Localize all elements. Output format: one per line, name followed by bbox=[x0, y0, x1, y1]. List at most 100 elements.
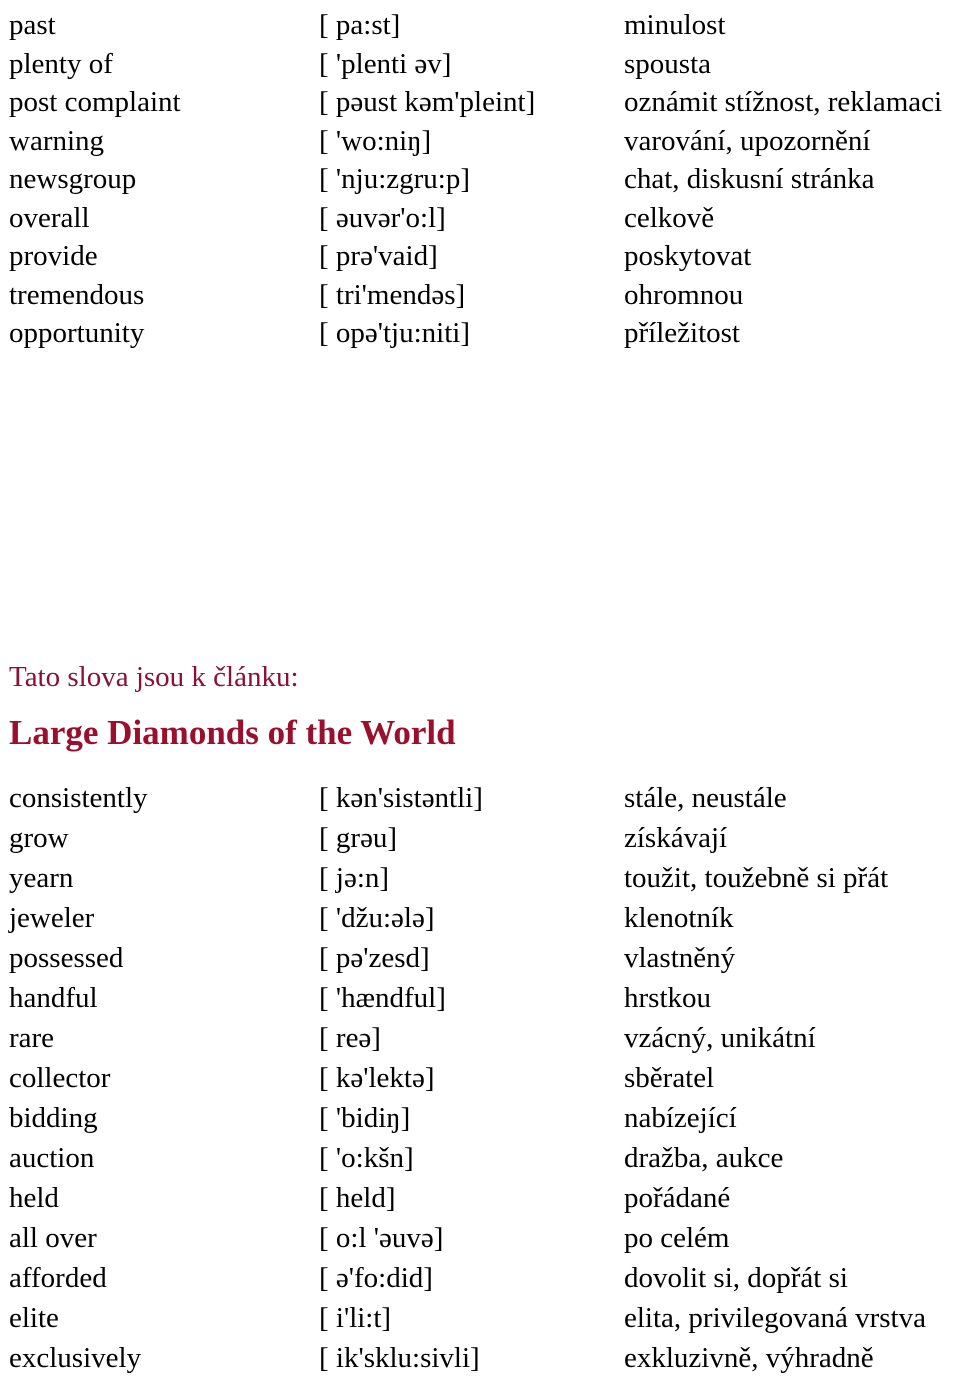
vocabulary-translation: po celém bbox=[624, 1218, 960, 1258]
vocabulary-translation: klenotník bbox=[624, 898, 960, 938]
vocabulary-translation: exkluzivně, výhradně bbox=[624, 1338, 960, 1378]
vocabulary-translation: získávají bbox=[624, 818, 960, 858]
vocabulary-translation-text: stále, neustále bbox=[624, 782, 787, 814]
vocabulary-term: collector bbox=[9, 1062, 111, 1094]
vocabulary-phonetic: [ əuvər'o:l] bbox=[319, 201, 446, 234]
vocabulary-translation-text: hrstkou bbox=[624, 982, 711, 1014]
vocabulary-phonetic: [ reə] bbox=[319, 1022, 381, 1054]
vocabulary-translation-text: pořádané bbox=[624, 1182, 731, 1214]
vocabulary-phonetic: [ o:l 'əuvə] bbox=[319, 1222, 444, 1254]
vocabulary-phonetic: [ 'nju:zgru:p] bbox=[319, 163, 470, 195]
vocabulary-translation-text: spousta bbox=[624, 47, 711, 80]
vocabulary-phonetic: [ kən'sistəntli] bbox=[319, 782, 483, 814]
vocabulary-translation-text: získávají bbox=[624, 822, 728, 854]
vocabulary-row: consistently [ kən'sistəntli] stále, neust… bbox=[0, 778, 960, 818]
vocabulary-phonetic: [ i'li:t] bbox=[319, 1302, 392, 1334]
vocabulary-row: grow [ grəu] získávají bbox=[0, 818, 960, 858]
vocabulary-phonetic: [ pə'zesd] bbox=[319, 942, 430, 974]
vocabulary-phonetic: [ tri'mendəs] bbox=[319, 278, 466, 311]
vocabulary-phonetic: [ 'džu:ələ] bbox=[319, 902, 435, 934]
vocabulary-phonetic: [ 'hændful] bbox=[319, 982, 446, 1014]
vocabulary-row: newsgroup [ 'nju:zgru:p] chat, diskusní st… bbox=[0, 160, 960, 199]
vocabulary-row: held [ held] pořádané bbox=[0, 1178, 960, 1218]
lower-vocabulary-list: consistently [ kən'sistəntli] stále, neust… bbox=[0, 778, 960, 1378]
vocabulary-translation-text: sběratel bbox=[624, 1062, 715, 1094]
vocabulary-phonetic: [ jə:n] bbox=[319, 862, 390, 894]
vocabulary-translation-text: elita, privilegovaná vrstva bbox=[624, 1302, 926, 1334]
vocabulary-term: possessed bbox=[9, 942, 124, 974]
vocabulary-translation-text: ohromnou bbox=[624, 278, 744, 311]
vocabulary-phonetic: [ opə'tju:niti] bbox=[319, 317, 471, 349]
vocabulary-translation: oznámit stížnost, reklamaci bbox=[624, 83, 960, 122]
vocabulary-phonetic: [ 'plenti əv] bbox=[319, 47, 452, 80]
vocabulary-translation: sběratel bbox=[624, 1058, 960, 1098]
vocabulary-translation: toužit, toužebně si přát bbox=[624, 858, 960, 898]
article-intro-text: Tato slova jsou k článku: bbox=[9, 661, 299, 693]
vocabulary-translation-text: dražba, aukce bbox=[624, 1142, 784, 1174]
vocabulary-translation: dražba, aukce bbox=[624, 1138, 960, 1178]
vocabulary-row: afforded [ ə'fo:did] dovolit si, dopřát si bbox=[0, 1258, 960, 1298]
vocabulary-term: jeweler bbox=[9, 902, 95, 934]
vocabulary-translation: stále, neustále bbox=[624, 778, 960, 818]
vocabulary-term: consistently bbox=[9, 782, 148, 814]
vocabulary-row: auction [ 'o:kšn] dražba, aukce bbox=[0, 1138, 960, 1178]
vocabulary-term: yearn bbox=[9, 862, 74, 894]
vocabulary-row: provide [ prə'vaid] poskytovat bbox=[0, 237, 960, 276]
vocabulary-translation-text: vzácný, unikátní bbox=[624, 1022, 816, 1054]
vocabulary-row: jeweler [ 'džu:ələ] klenotník bbox=[0, 898, 960, 938]
vocabulary-translation: varování, upozornění bbox=[624, 122, 960, 161]
vocabulary-rows-upper: past [ pa:st] minulost plenty of [ 'plenti ə… bbox=[0, 6, 960, 353]
vocabulary-term: held bbox=[9, 1182, 59, 1214]
vocabulary-row: elite [ i'li:t] elita, privilegovaná vrstv… bbox=[0, 1298, 960, 1338]
vocabulary-translation-text: vlastněný bbox=[624, 942, 736, 974]
vocabulary-translation-text: poskytovat bbox=[624, 240, 752, 272]
vocabulary-translation-text: chat, diskusní stránka bbox=[624, 163, 875, 195]
vocabulary-row: plenty of [ 'plenti əv] spousta bbox=[0, 45, 960, 84]
vocabulary-term: afforded bbox=[9, 1262, 107, 1294]
vocabulary-translation: pořádané bbox=[624, 1178, 960, 1218]
vocabulary-row: exclusively [ ik'sklu:sivli] exkluzivně, v… bbox=[0, 1338, 960, 1378]
vocabulary-row: overall [ əuvər'o:l] celkově bbox=[0, 199, 960, 238]
vocabulary-translation-text: klenotník bbox=[624, 902, 734, 934]
vocabulary-translation-text: celkově bbox=[624, 201, 715, 234]
vocabulary-phonetic: [ ik'sklu:sivli] bbox=[319, 1342, 480, 1374]
vocabulary-row: rare [ reə] vzácný, unikátní bbox=[0, 1018, 960, 1058]
vocabulary-term: past bbox=[9, 9, 56, 41]
vocabulary-row: possessed [ pə'zesd] vlastněný bbox=[0, 938, 960, 978]
vocabulary-row: handful [ 'hændful] hrstkou bbox=[0, 978, 960, 1018]
vocabulary-rows-lower: consistently [ kən'sistəntli] stále, neust… bbox=[0, 778, 960, 1378]
vocabulary-translation: ohromnou bbox=[624, 276, 960, 315]
vocabulary-translation-text: varování, upozornění bbox=[624, 124, 871, 157]
vocabulary-translation: celkově bbox=[624, 199, 960, 238]
vocabulary-row: all over [ o:l 'əuvə] po celém bbox=[0, 1218, 960, 1258]
vocabulary-translation: hrstkou bbox=[624, 978, 960, 1018]
vocabulary-phonetic: [ kə'lektə] bbox=[319, 1062, 435, 1094]
vocabulary-term: all over bbox=[9, 1222, 97, 1254]
vocabulary-term: overall bbox=[9, 201, 90, 234]
vocabulary-translation-text: exkluzivně, výhradně bbox=[624, 1342, 874, 1374]
vocabulary-phonetic: [ ə'fo:did] bbox=[319, 1262, 433, 1294]
vocabulary-translation: vlastněný bbox=[624, 938, 960, 978]
vocabulary-term: handful bbox=[9, 982, 98, 1014]
vocabulary-phonetic: [ prə'vaid] bbox=[319, 240, 438, 272]
vocabulary-row: past [ pa:st] minulost bbox=[0, 6, 960, 45]
vocabulary-phonetic: [ pəust kəm'pleint] bbox=[319, 86, 536, 118]
vocabulary-term: elite bbox=[9, 1302, 59, 1334]
vocabulary-translation: příležitost bbox=[624, 314, 960, 353]
vocabulary-table-upper: past [ pa:st] minulost plenty of [ 'plenti ə… bbox=[0, 6, 960, 353]
vocabulary-term: provide bbox=[9, 240, 98, 272]
vocabulary-translation-text: oznámit stížnost, reklamaci bbox=[624, 86, 943, 118]
vocabulary-term: warning bbox=[9, 124, 105, 157]
vocabulary-table-lower: consistently [ kən'sistəntli] stále, neust… bbox=[0, 778, 960, 1378]
vocabulary-term: plenty of bbox=[9, 47, 113, 80]
vocabulary-phonetic: [ pa:st] bbox=[319, 9, 401, 41]
vocabulary-translation: poskytovat bbox=[624, 237, 960, 276]
vocabulary-row: post complaint [ pəust kəm'pleint] oznámit… bbox=[0, 83, 960, 122]
vocabulary-row: bidding [ 'bidiŋ] nabízející bbox=[0, 1098, 960, 1138]
vocabulary-term: newsgroup bbox=[9, 163, 137, 195]
vocabulary-translation: minulost bbox=[624, 6, 960, 45]
vocabulary-phonetic: [ 'wo:niŋ] bbox=[319, 124, 432, 157]
vocabulary-term: grow bbox=[9, 822, 69, 854]
vocabulary-term: tremendous bbox=[9, 278, 145, 311]
vocabulary-term: opportunity bbox=[9, 317, 145, 349]
